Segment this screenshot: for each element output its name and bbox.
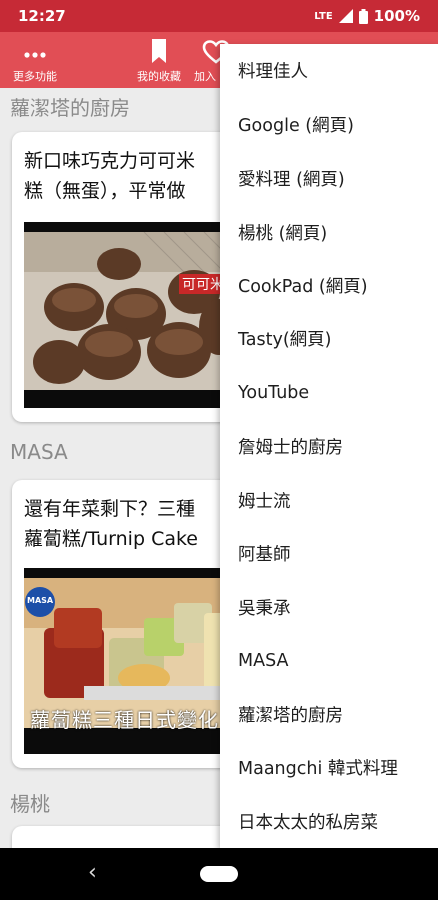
menu-item[interactable]: MASA [220, 634, 438, 688]
status-bar: 12:27 LTE 100% [0, 0, 438, 32]
thumbnail-caption: 蘿蔔糕三種日式變化 [30, 708, 219, 732]
favorites-button[interactable]: 我的收藏 [130, 32, 188, 88]
bookmark-icon [152, 39, 166, 63]
section-title: MASA [10, 440, 68, 464]
menu-item[interactable]: CookPad (網頁) [220, 259, 438, 313]
status-time: 12:27 [18, 7, 66, 25]
add-favorite-label: 加入 [194, 70, 216, 83]
favorites-label: 我的收藏 [137, 70, 181, 83]
menu-item[interactable]: 姆士流 [220, 474, 438, 528]
source-dropdown-menu: 料理佳人 Google (網頁) 愛料理 (網頁) 楊桃 (網頁) CookPa… [220, 44, 438, 848]
battery-icon [358, 8, 368, 24]
battery-percent: 100% [373, 7, 420, 25]
section-title: 蘿潔塔的廚房 [10, 96, 130, 120]
channel-logo: MASA [27, 596, 54, 605]
home-pill-button[interactable] [200, 866, 238, 882]
menu-item[interactable]: 阿基師 [220, 527, 438, 581]
menu-item[interactable]: 楊桃 (網頁) [220, 206, 438, 260]
menu-item[interactable]: 愛料理 (網頁) [220, 152, 438, 206]
menu-item[interactable]: YouTube [220, 366, 438, 420]
status-icons: LTE 100% [314, 7, 420, 25]
menu-item[interactable]: 吳秉承 [220, 581, 438, 635]
menu-item[interactable]: 蘿潔塔的廚房 [220, 688, 438, 742]
system-nav-bar: ‹ [0, 848, 438, 900]
more-dots-icon [24, 52, 46, 58]
network-type: LTE [314, 10, 333, 22]
back-chevron-icon[interactable]: ‹ [88, 860, 97, 885]
menu-item[interactable]: Tasty(網頁) [220, 312, 438, 366]
menu-item[interactable]: Google (網頁) [220, 98, 438, 152]
more-features-label: 更多功能 [13, 70, 57, 83]
signal-icon [338, 9, 353, 23]
section-title: 楊桃 [10, 792, 50, 816]
menu-item[interactable]: 詹姆士的廚房 [220, 420, 438, 474]
menu-item[interactable]: 料理佳人 [220, 44, 438, 98]
menu-item[interactable]: 日本太太的私房菜 [220, 795, 438, 849]
more-features-button[interactable]: 更多功能 [6, 32, 64, 88]
menu-item[interactable]: Maangchi 韓式料理 [220, 741, 438, 795]
